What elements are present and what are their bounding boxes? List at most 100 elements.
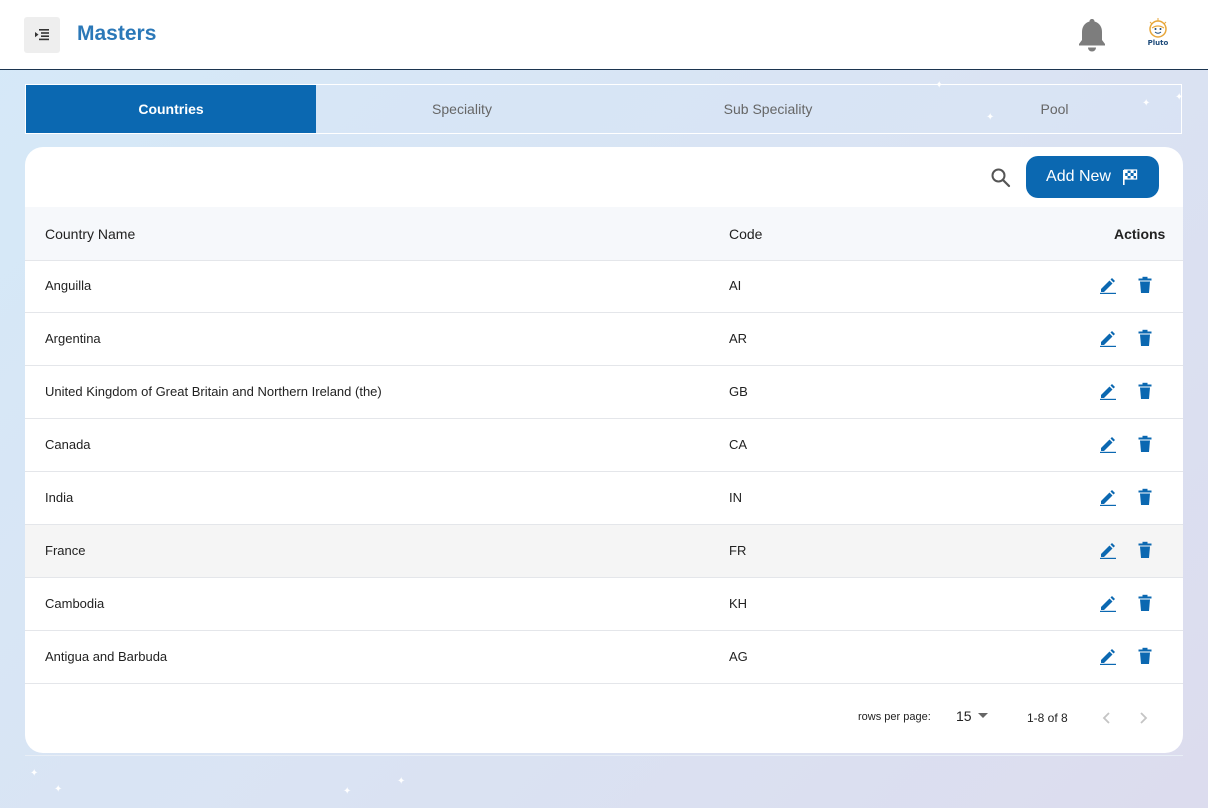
top-bar: Masters Pluto (0, 0, 1208, 70)
country-name-cell: India (45, 490, 74, 505)
trash-icon (1138, 647, 1152, 664)
trash-icon (1138, 382, 1152, 399)
country-code-cell: AG (729, 649, 748, 664)
country-code-cell: CA (729, 437, 748, 452)
search-button[interactable] (990, 167, 1012, 189)
trash-icon (1138, 276, 1152, 293)
pencil-icon (1100, 384, 1116, 400)
trash-icon (1138, 488, 1152, 505)
checkered-flag-icon (1122, 169, 1138, 185)
delete-button[interactable] (1137, 329, 1153, 347)
country-code-cell: FR (729, 543, 747, 558)
country-name-cell: Cambodia (45, 596, 105, 611)
bell-icon (1079, 19, 1105, 52)
page-title: Masters (77, 22, 157, 45)
avatar[interactable]: Pluto (1140, 16, 1176, 52)
country-name-cell: France (45, 543, 86, 558)
table-row: Cambodia KH (25, 578, 1183, 631)
rows-per-page-select[interactable]: 15 (956, 708, 988, 724)
trash-icon (1138, 594, 1152, 611)
avatar-logo-text: Pluto (1148, 39, 1169, 47)
notifications-button[interactable] (1075, 17, 1109, 53)
table-row: France FR (25, 525, 1183, 578)
caret-down-icon (977, 713, 988, 718)
pencil-icon (1100, 278, 1116, 294)
countries-card: Add New Country Name Code Actions Anguil… (25, 147, 1183, 753)
country-name-cell: Antigua and Barbuda (45, 649, 168, 664)
delete-button[interactable] (1137, 488, 1153, 506)
country-code-cell: AR (729, 331, 748, 346)
tab-speciality[interactable]: Speciality (316, 85, 608, 133)
table-row: Canada CA (25, 419, 1183, 472)
sparkle-decoration: ✦ (54, 784, 63, 795)
chevron-left-icon (1102, 712, 1110, 724)
table-pagination: rows per page: 15 1-8 of 8 (25, 698, 1183, 753)
table-row: United Kingdom of Great Britain and Nort… (25, 366, 1183, 419)
trash-icon (1138, 435, 1152, 452)
menu-indent-icon (35, 29, 49, 41)
country-name-cell: Canada (45, 437, 91, 452)
pencil-icon (1100, 543, 1116, 559)
table-row: Argentina AR (25, 313, 1183, 366)
tab-label: Speciality (432, 101, 492, 117)
table-row: India IN (25, 472, 1183, 525)
pencil-icon (1100, 437, 1116, 453)
tab-pool[interactable]: Pool (928, 85, 1181, 133)
country-name-cell: United Kingdom of Great Britain and Nort… (45, 384, 382, 399)
add-new-button[interactable]: Add New (1026, 156, 1159, 198)
edit-button[interactable] (1099, 276, 1117, 294)
column-header-country-name[interactable]: Country Name (45, 226, 135, 242)
edit-button[interactable] (1099, 541, 1117, 559)
table-row: Anguilla AI (25, 260, 1183, 313)
edit-button[interactable] (1099, 382, 1117, 400)
edit-button[interactable] (1099, 594, 1117, 612)
tab-label: Countries (138, 101, 204, 117)
edit-button[interactable] (1099, 435, 1117, 453)
delete-button[interactable] (1137, 276, 1153, 294)
edit-button[interactable] (1099, 647, 1117, 665)
delete-button[interactable] (1137, 435, 1153, 453)
rows-per-page-label: rows per page: (858, 711, 931, 723)
tab-sub-speciality[interactable]: Sub Speciality (608, 85, 928, 133)
tab-countries[interactable]: Countries (26, 85, 316, 133)
country-code-cell: KH (729, 596, 748, 611)
country-code-cell: IN (729, 490, 742, 505)
country-name-cell: Argentina (45, 331, 101, 346)
country-code-cell: AI (729, 278, 742, 293)
divider (25, 755, 1183, 756)
pencil-icon (1100, 649, 1116, 665)
country-name-cell: Anguilla (45, 278, 92, 293)
edit-button[interactable] (1099, 329, 1117, 347)
chevron-right-icon (1140, 712, 1148, 724)
delete-button[interactable] (1137, 594, 1153, 612)
tab-label: Pool (1040, 101, 1069, 117)
search-icon (991, 168, 1011, 188)
pencil-icon (1100, 331, 1116, 347)
edit-button[interactable] (1099, 488, 1117, 506)
tab-label: Sub Speciality (723, 101, 813, 117)
pluto-logo-icon: Pluto (1148, 18, 1169, 47)
sparkle-decoration: ✦ (30, 768, 39, 779)
pagination-range: 1-8 of 8 (1027, 711, 1068, 725)
trash-icon (1138, 329, 1152, 346)
trash-icon (1138, 541, 1152, 558)
delete-button[interactable] (1137, 382, 1153, 400)
next-page-button[interactable] (1135, 710, 1151, 726)
sparkle-decoration: ✦ (935, 80, 944, 91)
pencil-icon (1100, 490, 1116, 506)
delete-button[interactable] (1137, 541, 1153, 559)
country-code-cell: GB (729, 384, 748, 399)
delete-button[interactable] (1137, 647, 1153, 665)
add-new-label: Add New (1046, 168, 1111, 185)
table-header: Country Name Code Actions (25, 207, 1183, 261)
column-header-code[interactable]: Code (729, 226, 762, 242)
table-row: Antigua and Barbuda AG (25, 631, 1183, 684)
sparkle-decoration: ✦ (1142, 98, 1151, 109)
previous-page-button[interactable] (1099, 710, 1115, 726)
column-header-actions: Actions (1114, 226, 1166, 242)
pencil-icon (1100, 596, 1116, 612)
sparkle-decoration: ✦ (343, 786, 352, 797)
sparkle-decoration: ✦ (986, 112, 995, 123)
sparkle-decoration: ✦ (397, 776, 406, 787)
menu-toggle-button[interactable] (24, 17, 60, 53)
